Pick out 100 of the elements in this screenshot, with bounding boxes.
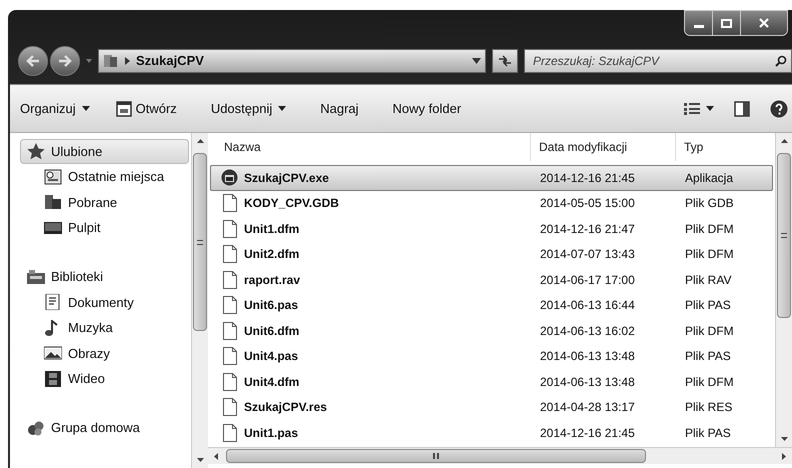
homegroup-icon (27, 420, 45, 436)
toolbar-button[interactable]: Nowy folder (392, 98, 462, 118)
file-name: SzukajCPV.exe (244, 170, 329, 187)
file-type: Plik DFM (684, 322, 734, 340)
monitor-icon (44, 220, 62, 236)
caret-icon (706, 106, 714, 111)
column-header[interactable]: Data modyfikacji (530, 133, 675, 161)
sidebar-item[interactable]: Ostatnie miejsca (20, 164, 189, 190)
scroll-left-icon[interactable] (214, 452, 218, 460)
file-row[interactable]: Unit1.pas 2014-12-16 21:45 Plik PAS (210, 420, 773, 446)
address-bar[interactable]: SzukajCPV (98, 49, 486, 73)
file-row[interactable]: Unit4.pas 2014-06-13 13:48 Plik PAS (210, 344, 773, 369)
sidebar-item[interactable]: Muzyka (20, 315, 189, 340)
minimize-button[interactable] (685, 11, 713, 35)
scrollbar-thumb[interactable] (777, 153, 791, 318)
sidebar-group[interactable]: Grupa domowa (20, 416, 189, 440)
scroll-right-icon[interactable] (782, 452, 786, 460)
breadcrumb[interactable]: SzukajCPV (136, 51, 204, 71)
sidebar-group[interactable]: Ulubione (20, 139, 189, 164)
file-icon (223, 398, 237, 416)
sidebar-item[interactable]: Obrazy (20, 340, 189, 366)
file-icon (223, 322, 237, 340)
modified-date: 2014-06-13 13:48 (539, 374, 636, 391)
application-icon (221, 169, 238, 186)
left-arrow-icon (26, 55, 40, 67)
forward-button[interactable] (50, 46, 80, 76)
file-type: Plik PAS (684, 424, 731, 442)
file-name: Unit1.pas (244, 424, 298, 442)
sidebar-item[interactable]: Pobrane (20, 190, 189, 215)
dropdown-caret-icon[interactable] (472, 58, 481, 64)
search-field[interactable]: Przeszukaj: SzukajCPV (524, 49, 792, 73)
modified-date: 2014-06-13 13:48 (539, 348, 636, 366)
file-row[interactable]: Unit6.dfm 2014-06-13 16:02 Plik DFM (210, 318, 773, 344)
scroll-up-icon[interactable] (780, 139, 788, 143)
file-name: Unit1.dfm (244, 220, 300, 238)
close-button[interactable] (741, 11, 787, 35)
file-row[interactable]: Unit2.dfm 2014-07-07 13:43 Plik DFM (210, 242, 773, 267)
toolbar-button[interactable]: Udostępnij (210, 98, 286, 118)
column-header[interactable]: Nazwa (208, 133, 530, 161)
scroll-up-icon[interactable] (196, 139, 204, 143)
modified-date: 2014-06-17 17:00 (539, 272, 636, 289)
file-icon (223, 347, 237, 366)
list-view-icon (684, 102, 700, 114)
modified-date: 2014-12-16 21:47 (539, 220, 636, 238)
file-name: raport.rav (244, 272, 300, 289)
modified-date: 2014-12-16 21:45 (539, 424, 636, 442)
modified-date: 2014-06-13 16:02 (539, 322, 636, 340)
toolbar-button[interactable]: Otwórz (116, 98, 177, 118)
library-icon (27, 269, 45, 285)
file-type: Plik RES (684, 399, 732, 416)
modified-date: 2014-05-05 15:00 (539, 195, 636, 212)
toolbar-button[interactable]: Nagraj (320, 98, 359, 118)
caret-icon (82, 106, 90, 111)
modified-date: 2014-12-16 21:45 (539, 170, 636, 187)
scrollbar-thumb[interactable] (226, 449, 646, 463)
file-row[interactable]: Unit1.dfm 2014-12-16 21:47 Plik DFM (210, 216, 773, 242)
scrollbar-thumb[interactable] (193, 153, 207, 331)
clock-folder-icon (44, 168, 62, 185)
file-type: Aplikacja (684, 170, 734, 187)
folder-icon (103, 54, 119, 68)
file-row[interactable]: raport.rav 2014-06-17 17:00 Plik RAV (210, 267, 773, 292)
refresh-icon (498, 55, 512, 67)
picture-icon (44, 345, 62, 362)
star-icon (27, 143, 45, 160)
file-type: Plik PAS (684, 348, 731, 366)
caret-icon (278, 106, 286, 111)
window-icon (116, 100, 132, 116)
file-name: Unit6.dfm (244, 322, 300, 340)
sidebar-group[interactable]: Biblioteki (20, 264, 189, 290)
file-row[interactable]: Unit4.dfm 2014-06-13 13:48 Plik DFM (210, 369, 773, 394)
modified-date: 2014-06-13 16:44 (539, 297, 636, 314)
back-button[interactable] (18, 46, 48, 76)
view-options-button[interactable] (684, 102, 714, 114)
help-icon[interactable] (770, 100, 788, 118)
scroll-down-icon[interactable] (196, 458, 204, 462)
sidebar-item[interactable]: Dokumenty (20, 290, 189, 315)
history-caret-icon[interactable] (86, 59, 92, 63)
file-type: Plik GDB (684, 195, 734, 212)
toolbar-button[interactable]: Organizuj (20, 98, 90, 118)
right-arrow-icon (58, 55, 72, 67)
file-type: Plik DFM (684, 246, 734, 264)
file-row[interactable]: Unit6.pas 2014-06-13 16:44 Plik PAS (210, 292, 773, 318)
file-icon (223, 270, 237, 289)
search-icon[interactable] (775, 55, 787, 67)
file-type: Plik DFM (684, 220, 734, 238)
group-label: Ulubione (51, 142, 102, 161)
preview-pane-icon[interactable] (734, 100, 750, 116)
file-row[interactable]: SzukajCPV.res 2014-04-28 13:17 Plik RES (210, 394, 773, 420)
scroll-down-icon[interactable] (780, 437, 788, 441)
file-row[interactable]: KODY_CPV.GDB 2014-05-05 15:00 Plik GDB (210, 190, 773, 216)
file-icon (223, 194, 237, 212)
maximize-button[interactable] (713, 11, 741, 35)
refresh-button[interactable] (492, 49, 518, 73)
film-icon (44, 370, 62, 387)
sidebar-item[interactable]: Pulpit (20, 215, 189, 240)
file-row[interactable]: SzukajCPV.exe 2014-12-16 21:45 Aplikacja (210, 165, 773, 190)
chevron-icon (125, 57, 130, 65)
sidebar-item[interactable]: Wideo (20, 366, 189, 392)
document-icon (44, 294, 62, 310)
file-name: Unit2.dfm (244, 246, 300, 264)
